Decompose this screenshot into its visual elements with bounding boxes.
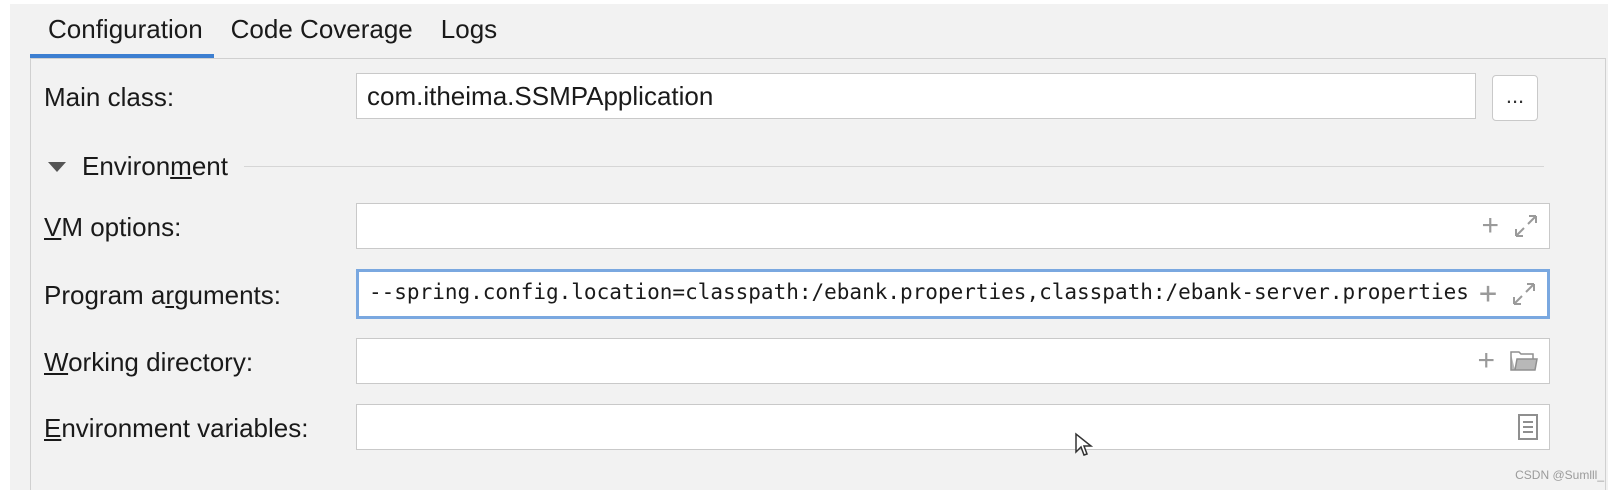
plus-icon[interactable]: + <box>1477 346 1495 376</box>
triangle-down-icon <box>48 162 66 172</box>
tab-logs[interactable]: Logs <box>427 4 511 50</box>
plus-icon[interactable]: + <box>1481 211 1499 241</box>
environment-section-toggle[interactable]: Environment <box>48 148 228 184</box>
tab-code-coverage[interactable]: Code Coverage <box>217 4 427 50</box>
watermark: CSDN @Sumlll_ <box>1515 468 1604 482</box>
working-directory-label: Working directory: <box>44 347 254 377</box>
vm-options-label: VM options: <box>44 212 182 242</box>
main-class-field[interactable]: com.itheima.SSMPApplication <box>356 73 1476 119</box>
main-class-browse-button[interactable]: ... <box>1492 75 1538 121</box>
mouse-cursor-icon <box>1074 432 1094 463</box>
working-directory-field[interactable]: + <box>356 338 1550 384</box>
edit-list-icon[interactable] <box>1517 413 1539 441</box>
main-class-label: Main class: <box>44 82 175 112</box>
environment-variables-label: Environment variables: <box>44 413 309 443</box>
environment-variables-field[interactable] <box>356 404 1550 450</box>
folder-icon[interactable] <box>1509 349 1539 373</box>
program-arguments-label: Program arguments: <box>44 280 282 310</box>
vm-options-field[interactable]: + <box>356 203 1550 249</box>
section-divider <box>244 166 1544 167</box>
plus-icon[interactable]: + <box>1479 279 1497 309</box>
expand-icon[interactable] <box>1513 213 1539 239</box>
environment-section-label: Environment <box>82 150 228 181</box>
expand-icon[interactable] <box>1511 281 1537 307</box>
tab-bar: Configuration Code Coverage Logs <box>34 4 511 60</box>
program-arguments-field[interactable]: --spring.config.location=classpath:/eban… <box>356 269 1550 319</box>
tab-configuration[interactable]: Configuration <box>34 4 217 50</box>
run-configuration-panel: Configuration Code Coverage Logs Main cl… <box>10 4 1608 490</box>
